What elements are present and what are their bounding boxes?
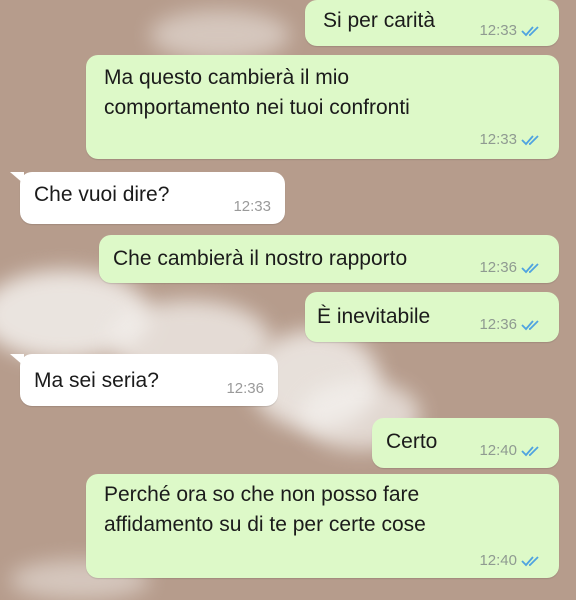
message-bubble-outgoing[interactable]: Certo 12:40 (372, 418, 559, 468)
message-text: Che vuoi dire? (34, 183, 170, 206)
message-bubble-outgoing[interactable]: Che cambierà il nostro rapporto 12:36 (99, 235, 559, 283)
message-meta: 12:40 (479, 552, 543, 570)
message-bubble-incoming[interactable]: Che vuoi dire? 12:33 (20, 172, 285, 224)
message-time: 12:40 (479, 442, 517, 459)
message-text: Si per carità (323, 9, 436, 32)
message-bubble-outgoing[interactable]: Ma questo cambierà il mio comportamento … (86, 55, 559, 159)
message-bubble-outgoing[interactable]: Si per carità 12:33 (305, 0, 559, 46)
message-bubble-outgoing[interactable]: Perché ora so che non posso fare affidam… (86, 474, 559, 578)
message-meta: 12:33 (479, 22, 543, 40)
double-check-icon (521, 26, 539, 37)
bubble-tail (10, 172, 24, 184)
message-bubble-incoming[interactable]: Ma sei seria? 12:36 (20, 354, 278, 406)
message-meta: 12:36 (479, 259, 543, 277)
message-text: Che cambierà il nostro rapporto (113, 247, 408, 270)
message-time: 12:36 (479, 316, 517, 333)
message-text: Ma questo cambierà il mio comportamento … (104, 66, 410, 119)
message-text: Certo (386, 430, 438, 453)
message-time: 12:36 (226, 380, 264, 397)
message-text: È inevitabile (317, 305, 431, 328)
double-check-icon (521, 320, 539, 331)
double-check-icon (521, 135, 539, 146)
message-time: 12:33 (479, 22, 517, 39)
double-check-icon (521, 446, 539, 457)
message-text: Perché ora so che non posso fare affidam… (104, 483, 426, 536)
message-time: 12:33 (479, 131, 517, 148)
message-time: 12:36 (479, 259, 517, 276)
message-meta: 12:36 (479, 316, 543, 334)
message-bubble-outgoing[interactable]: È inevitabile 12:36 (305, 292, 559, 342)
message-meta: 12:33 (233, 198, 271, 216)
message-time: 12:33 (233, 198, 271, 215)
cloud-decoration (150, 10, 290, 60)
bubble-tail (10, 354, 24, 366)
message-time: 12:40 (479, 552, 517, 569)
double-check-icon (521, 263, 539, 274)
double-check-icon (521, 556, 539, 567)
message-meta: 12:36 (226, 380, 264, 398)
message-text: Ma sei seria? (34, 369, 159, 392)
message-meta: 12:40 (479, 442, 543, 460)
message-meta: 12:33 (479, 131, 543, 149)
